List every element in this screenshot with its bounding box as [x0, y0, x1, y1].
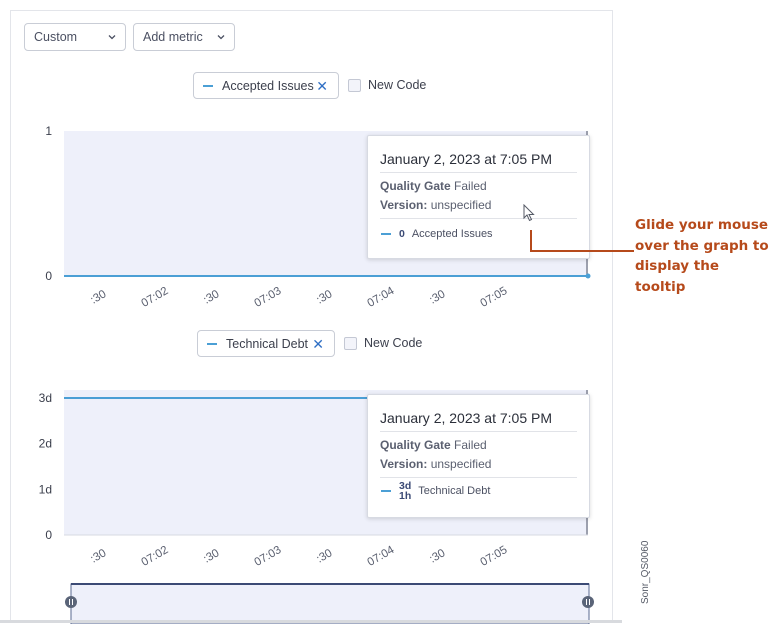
- range-selector[interactable]: [70, 583, 590, 624]
- mouse-pointer-icon: [523, 204, 535, 222]
- c2-y-tick-label: 0: [45, 528, 52, 542]
- quality-gate-value: Failed: [454, 438, 487, 452]
- c1-x-tick-label: 07:04: [366, 285, 397, 310]
- tooltip-metric-value: 3d 1h: [399, 481, 412, 502]
- quality-gate-label: Quality Gate: [380, 179, 451, 193]
- c2-x-tick-label: :30: [89, 547, 109, 565]
- c1-x-tick-label: :30: [315, 288, 335, 306]
- c2-x-tick-label: :30: [202, 547, 222, 565]
- tooltip-version: Version: unspecified: [380, 457, 491, 471]
- c1-y-tick-label: 1: [45, 124, 52, 138]
- series-color-swatch: [381, 233, 391, 235]
- c2-x-tick-label: :30: [315, 547, 335, 565]
- c2-x-tick-label: 07:02: [140, 544, 171, 569]
- c1-x-tick-label: :30: [202, 288, 222, 306]
- watermark: Sonr_QS0060: [640, 540, 651, 604]
- quality-gate-label: Quality Gate: [380, 438, 451, 452]
- drag-handle-icon[interactable]: [65, 596, 77, 608]
- annotation-arrow-line: [530, 230, 634, 252]
- chart2-tooltip: January 2, 2023 at 7:05 PM Quality Gate …: [367, 394, 590, 518]
- chart1-hover-point: [585, 273, 591, 279]
- c1-x-tick-label: 07:03: [253, 285, 284, 310]
- tooltip-metric-value: 0: [399, 228, 405, 240]
- tooltip-date: January 2, 2023 at 7:05 PM: [380, 151, 552, 167]
- version-value: unspecified: [430, 198, 492, 212]
- c1-x-tick-label: 07:05: [479, 285, 510, 310]
- c2-x-tick-label: :30: [428, 547, 448, 565]
- c1-x-tick-label: 07:02: [140, 285, 171, 310]
- tooltip-quality-gate: Quality Gate Failed: [380, 438, 487, 452]
- c1-y-tick-label: 0: [45, 269, 52, 283]
- c2-x-tick-label: 07:04: [366, 544, 397, 569]
- tooltip-metric: 3d 1h Technical Debt: [381, 481, 490, 501]
- c2-y-tick-label: 1d: [39, 482, 52, 496]
- tooltip-divider: [380, 218, 577, 219]
- c2-y-tick-label: 2d: [39, 437, 52, 451]
- c1-x-tick-label: :30: [89, 288, 109, 306]
- tooltip-divider: [380, 431, 577, 432]
- tooltip-version: Version: unspecified: [380, 198, 491, 212]
- series-color-swatch: [381, 490, 391, 492]
- drag-handle-icon[interactable]: [582, 596, 594, 608]
- version-value: unspecified: [430, 457, 492, 471]
- c2-y-tick-label: 3d: [39, 391, 52, 405]
- c2-x-tick-label: 07:03: [253, 544, 284, 569]
- tooltip-metric-name: Technical Debt: [418, 485, 491, 497]
- bottom-border: [0, 620, 622, 623]
- tooltip-quality-gate: Quality Gate Failed: [380, 179, 487, 193]
- version-label: Version:: [380, 457, 428, 471]
- c2-x-tick-label: 07:05: [479, 544, 510, 569]
- version-label: Version:: [380, 198, 428, 212]
- tooltip-metric: 0 Accepted Issues: [381, 228, 493, 240]
- tooltip-divider: [380, 172, 577, 173]
- c1-x-tick-label: :30: [428, 288, 448, 306]
- watermark-text: Sonr_QS0060: [640, 540, 651, 604]
- annotation-text: Glide your mouse over the graph to displ…: [635, 217, 769, 295]
- tooltip-date: January 2, 2023 at 7:05 PM: [380, 410, 552, 426]
- tooltip-divider: [380, 477, 577, 478]
- tooltip-metric-name: Accepted Issues: [411, 228, 493, 240]
- quality-gate-value: Failed: [454, 179, 487, 193]
- activity-charts: 1 0 :30 07:02 :30 07:03 :30 07:04 :30 07:05 3d 2d…: [39, 124, 594, 624]
- tooltip-metric-value-line2: 1h: [399, 490, 412, 502]
